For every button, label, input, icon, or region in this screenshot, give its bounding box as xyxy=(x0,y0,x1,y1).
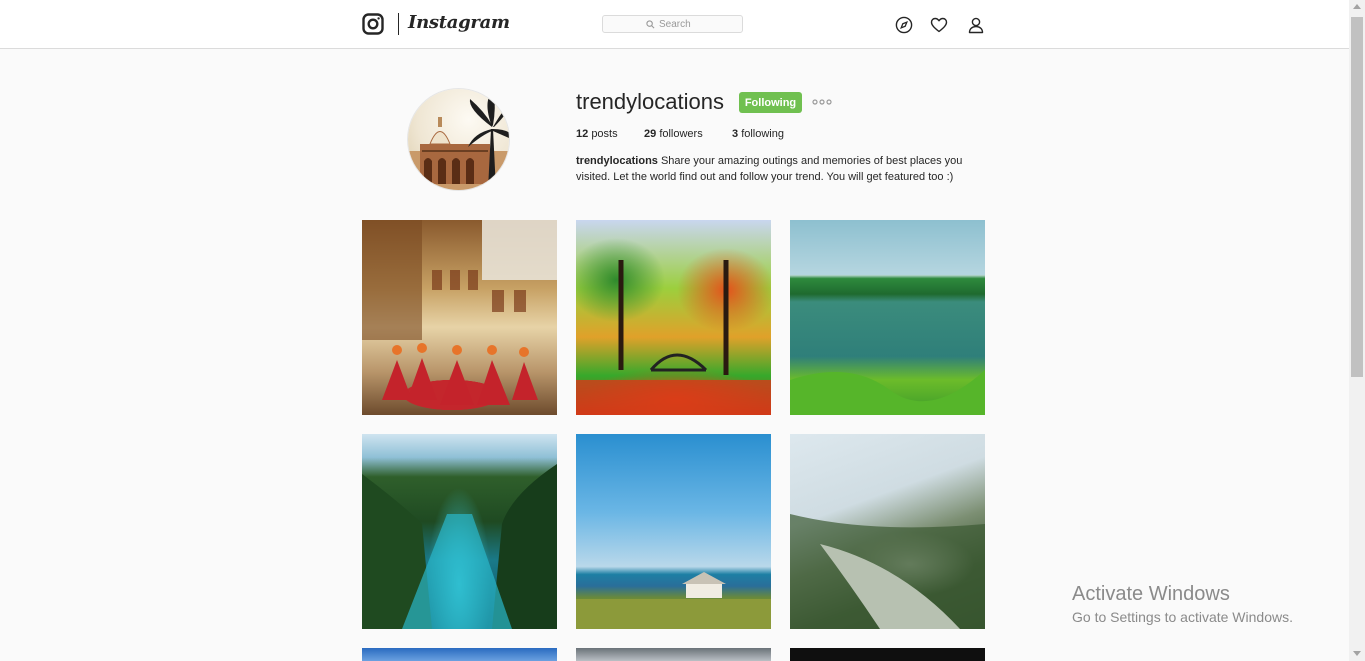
search-box[interactable] xyxy=(602,15,743,33)
person-icon[interactable] xyxy=(967,16,985,34)
search-icon xyxy=(646,19,655,28)
heart-icon[interactable] xyxy=(930,16,948,34)
post-thumbnail[interactable] xyxy=(362,220,557,415)
post-thumbnail[interactable] xyxy=(576,220,771,415)
followers-count-label: followers xyxy=(659,128,703,140)
post-thumbnail[interactable] xyxy=(790,648,985,661)
following-count-value: 3 xyxy=(732,128,739,140)
post-image-misty-lake xyxy=(790,514,985,629)
scroll-down-arrow-icon[interactable] xyxy=(1353,651,1361,656)
profile-username: trendylocations xyxy=(576,89,724,114)
post-thumbnail[interactable] xyxy=(576,434,771,629)
instagram-camera-icon[interactable] xyxy=(362,13,384,35)
followers-count-value: 29 xyxy=(644,128,657,140)
posts-count-value: 12 xyxy=(576,128,589,140)
profile-bio: trendylocations Share your amazing outin… xyxy=(576,153,976,185)
scroll-up-arrow-icon[interactable] xyxy=(1353,4,1361,9)
following-count-label: following xyxy=(741,128,784,140)
activate-windows-watermark: Activate Windows Go to Settings to activ… xyxy=(1072,583,1293,626)
top-navigation-bar: Instagram xyxy=(0,0,1349,49)
post-image-fort-dancers xyxy=(362,220,557,405)
followers-link[interactable]: 29 followers xyxy=(644,128,703,140)
scrollbar-thumb[interactable] xyxy=(1351,17,1363,377)
post-image-lake-forest xyxy=(790,220,985,415)
post-thumbnail[interactable] xyxy=(790,434,985,629)
compass-icon[interactable] xyxy=(895,16,913,34)
logo-divider xyxy=(398,13,399,35)
post-thumbnail[interactable] xyxy=(362,434,557,629)
posts-count-label: posts xyxy=(591,128,618,140)
post-image-autumn-park xyxy=(576,260,771,415)
watermark-title: Activate Windows xyxy=(1072,583,1230,605)
avatar-monument-image xyxy=(408,91,509,190)
post-thumbnail[interactable] xyxy=(790,220,985,415)
bio-name: trendylocations xyxy=(576,155,658,167)
post-image-river-valley xyxy=(362,464,557,629)
search-input[interactable] xyxy=(659,18,699,30)
post-thumbnail[interactable] xyxy=(362,648,557,661)
more-options-icon[interactable] xyxy=(812,96,832,108)
instagram-wordmark[interactable]: Instagram xyxy=(408,12,510,33)
following-link[interactable]: 3 following xyxy=(732,128,784,140)
posts-count: 12 posts xyxy=(576,128,618,140)
post-image-seaside-hut xyxy=(576,572,771,629)
profile-avatar[interactable] xyxy=(408,89,509,190)
following-button[interactable]: Following xyxy=(739,92,802,113)
watermark-subtitle: Go to Settings to activate Windows. xyxy=(1072,609,1293,625)
post-thumbnail[interactable] xyxy=(576,648,771,661)
